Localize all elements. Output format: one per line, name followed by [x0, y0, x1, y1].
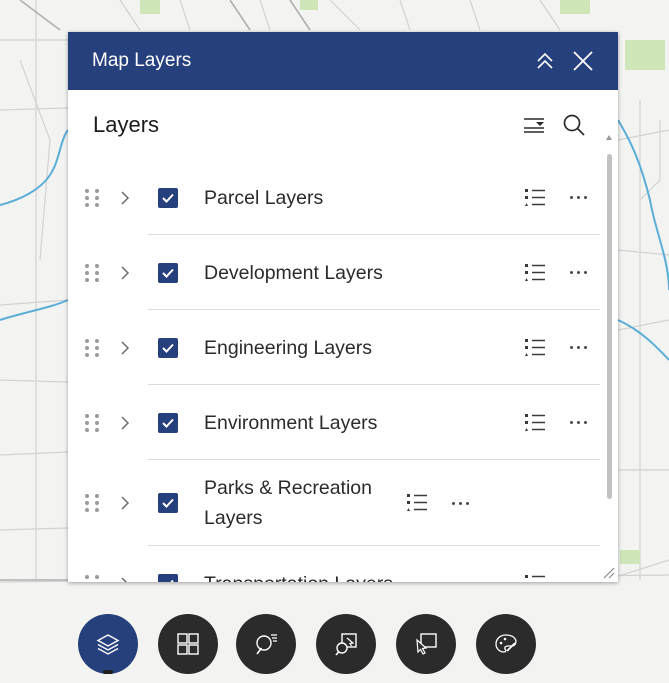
layer-visibility-checkbox[interactable]	[158, 187, 178, 208]
search-icon	[563, 114, 585, 136]
layer-label: Parks & Recreation Layers	[204, 477, 372, 529]
expand-button[interactable]	[120, 496, 140, 510]
layers-heading: Layers	[93, 112, 160, 137]
active-indicator	[103, 670, 113, 674]
expand-button[interactable]	[120, 190, 140, 205]
scroll-up-arrow-icon[interactable]	[605, 132, 613, 144]
layer-visibility-checkbox[interactable]	[158, 412, 178, 433]
search-button[interactable]	[558, 109, 590, 141]
panel-title: Map Layers	[92, 50, 192, 71]
layer-visibility-checkbox[interactable]	[158, 262, 178, 283]
pointer-select-icon	[416, 633, 437, 655]
chevron-right-icon	[121, 190, 130, 205]
double-chevron-up-icon	[537, 52, 553, 69]
chevron-right-icon	[121, 265, 130, 280]
draw-widget-button[interactable]	[476, 614, 536, 674]
layers-icon	[96, 634, 120, 655]
search-query-icon	[256, 634, 277, 655]
basemap-gallery-icon	[177, 633, 199, 655]
expand-button[interactable]	[120, 576, 140, 582]
basemap-gallery-button[interactable]	[158, 614, 218, 674]
legend-button[interactable]	[404, 492, 430, 514]
drag-handle-icon[interactable]	[85, 338, 101, 357]
layer-label: Development Layers	[204, 261, 383, 284]
checkmark-icon	[162, 498, 174, 508]
query-widget-button[interactable]	[236, 614, 296, 674]
expand-button[interactable]	[120, 265, 140, 280]
layer-label: Engineering Layers	[204, 336, 373, 359]
legend-icon	[525, 263, 545, 281]
scrollbar-thumb[interactable]	[607, 154, 612, 499]
map-layers-panel: Map Layers Layers Parcel Layers Developm…	[68, 32, 618, 582]
list-options-button[interactable]	[518, 109, 550, 141]
drag-handle-icon[interactable]	[85, 494, 101, 512]
chevron-right-icon	[121, 496, 130, 510]
layers-toolbar: Layers	[68, 90, 618, 160]
drag-handle-icon[interactable]	[85, 188, 101, 207]
layer-label: Transportation Layers	[204, 569, 522, 583]
layer-visibility-checkbox[interactable]	[158, 337, 178, 358]
collapse-button[interactable]	[528, 44, 562, 78]
legend-icon	[525, 574, 545, 582]
legend-icon	[525, 188, 545, 206]
checkmark-icon	[162, 193, 174, 203]
expand-button[interactable]	[120, 340, 140, 355]
drag-handle-icon[interactable]	[85, 574, 101, 582]
widget-toolbar	[78, 614, 558, 676]
resize-handle-icon[interactable]	[603, 567, 615, 579]
legend-button[interactable]	[522, 262, 548, 284]
layer-row: Engineering Layers	[68, 310, 600, 385]
layer-visibility-checkbox[interactable]	[158, 493, 178, 513]
layer-label: Parcel Layers	[204, 186, 324, 209]
expand-button[interactable]	[120, 415, 140, 430]
legend-button[interactable]	[522, 187, 548, 209]
checkmark-icon	[169, 579, 174, 582]
checkmark-icon	[162, 343, 174, 353]
legend-button[interactable]	[522, 412, 548, 434]
layer-row: Parcel Layers	[68, 160, 600, 235]
chevron-right-icon	[121, 415, 130, 430]
pointer-select-widget-button[interactable]	[396, 614, 456, 674]
more-options-button[interactable]	[564, 196, 592, 199]
more-options-button[interactable]	[564, 421, 592, 424]
panel-header: Map Layers	[68, 32, 618, 90]
more-options-button[interactable]	[564, 346, 592, 349]
legend-button[interactable]	[522, 573, 548, 582]
layers-widget-button[interactable]	[78, 614, 138, 674]
chevron-right-icon	[121, 340, 130, 355]
checkmark-icon	[162, 268, 174, 278]
layer-visibility-checkbox[interactable]	[158, 573, 178, 582]
draw-icon	[495, 634, 517, 653]
chevron-right-icon	[121, 576, 128, 582]
checkmark-icon	[162, 418, 174, 428]
layer-row: Environment Layers	[68, 385, 600, 460]
legend-icon	[525, 338, 545, 356]
legend-button[interactable]	[522, 337, 548, 359]
drag-handle-icon[interactable]	[85, 263, 101, 282]
layer-label: Environment Layers	[204, 411, 378, 434]
list-options-icon	[524, 118, 544, 133]
select-icon	[335, 633, 357, 656]
select-widget-button[interactable]	[316, 614, 376, 674]
legend-icon	[525, 413, 545, 431]
close-icon	[573, 51, 593, 71]
drag-handle-icon[interactable]	[85, 413, 101, 432]
legend-icon	[407, 494, 427, 511]
layer-row: Development Layers	[68, 235, 600, 310]
more-options-button[interactable]	[564, 271, 592, 274]
more-options-button[interactable]	[446, 501, 474, 505]
close-button[interactable]	[566, 44, 600, 78]
layer-row: Transportation Layers	[68, 546, 600, 582]
layer-list: Parcel Layers Development Layers Enginee…	[68, 160, 600, 582]
layer-row: Parks & Recreation Layers	[68, 460, 600, 546]
